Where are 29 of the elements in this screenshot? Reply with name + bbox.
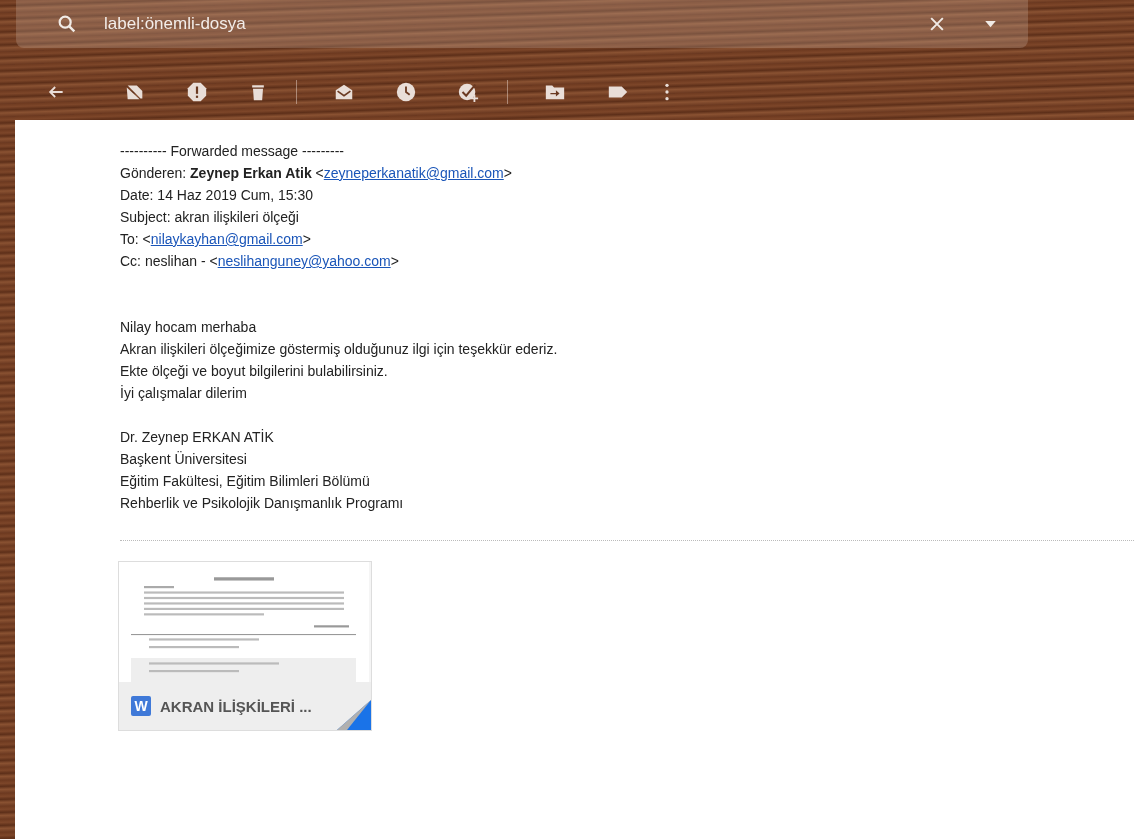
search-icon[interactable] [56, 13, 78, 35]
header-line: To: <nilaykayhan@gmail.com> [120, 230, 312, 249]
body-line: Ekte ölçeği ve boyut bilgilerini bulabilirsiniz. [120, 362, 389, 381]
header-line: Subject: akran ilişkileri ölçeği [120, 208, 300, 227]
email-link[interactable]: neslihanguney@yahoo.com [217, 253, 391, 269]
more-icon[interactable] [664, 82, 670, 102]
signature-line: Başkent Üniversitesi [120, 450, 248, 469]
spam-icon[interactable] [186, 81, 208, 103]
forward-header: ---------- Forwarded message --------- [120, 142, 345, 161]
clock-icon[interactable] [395, 81, 417, 103]
attachment-name: AKRAN İLİŞKİLERİ ... [160, 697, 312, 715]
header-line: Cc: neslihan - <neslihanguney@yahoo.com> [120, 252, 400, 271]
body-line: Akran ilişkileri ölçeğimize göstermiş olduğunuz ilgi için teşekkür ederiz. [120, 340, 559, 359]
attachment-card[interactable]: W AKRAN İLİŞKİLERİ ... [118, 561, 372, 731]
corner-fold-icon [337, 700, 371, 730]
word-file-icon: W [131, 696, 151, 716]
search-field[interactable]: label:önemli-dosya [104, 14, 927, 34]
body-line: İyi çalışmalar dilerim [120, 384, 248, 403]
header-line: Gönderen: Zeynep Erkan Atik <zeyneperkanatik@gmail.com> [120, 164, 513, 183]
email-link[interactable]: nilaykayhan@gmail.com [150, 231, 303, 247]
caret-icon[interactable] [985, 20, 996, 28]
signature-line: Eğitim Fakültesi, Eğitim Bilimleri Bölümü [120, 472, 371, 491]
add-task-icon[interactable] [457, 81, 479, 103]
email-link[interactable]: zeyneperkanatik@gmail.com [323, 165, 504, 181]
header-line: Date: 14 Haz 2019 Cum, 15:30 [120, 186, 314, 205]
search-bar[interactable]: label:önemli-dosya [16, 0, 1028, 48]
signature-line: Rehberlik ve Psikolojik Danışmanlık Programı [120, 494, 405, 513]
signature-line: Dr. Zeynep ERKAN ATİK [120, 428, 275, 447]
body-line: Nilay hocam merhaba [120, 318, 258, 337]
